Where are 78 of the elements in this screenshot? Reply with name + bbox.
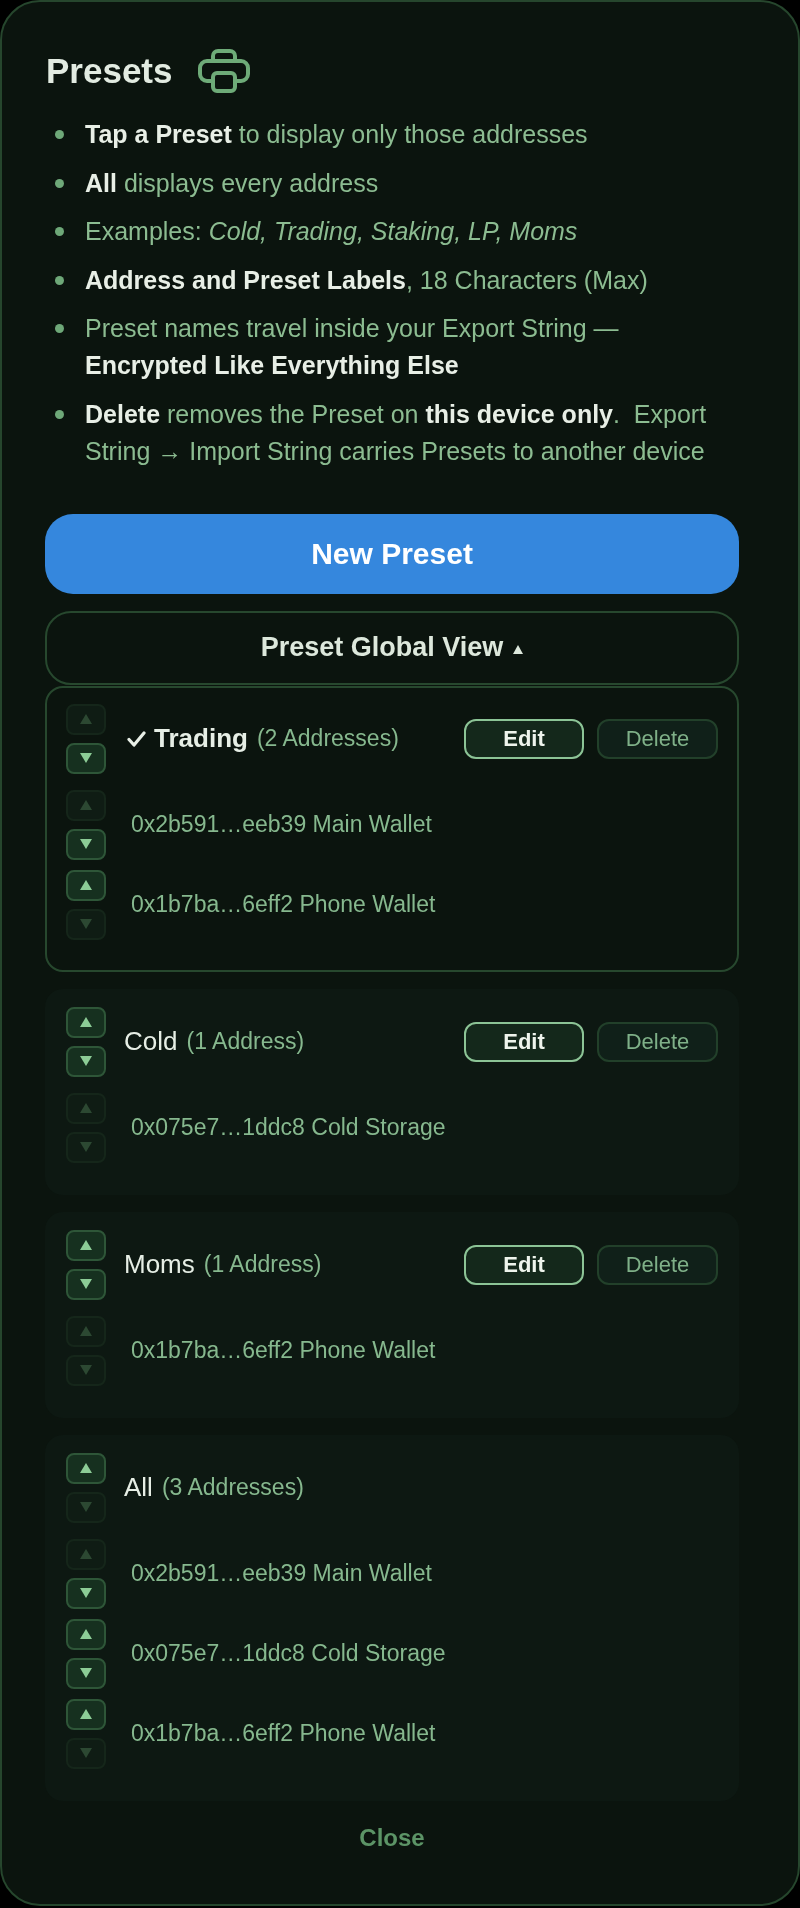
tip-text: Preset names travel inside your Export String — Encrypted Like Everything Else: [85, 313, 620, 381]
down-triangle-icon: [80, 1142, 92, 1152]
delete-button[interactable]: Delete: [597, 1244, 718, 1285]
up-triangle-icon: [80, 1549, 92, 1559]
bullet-icon: [55, 227, 64, 236]
caret-icon: [513, 645, 524, 654]
move-down-button[interactable]: [66, 1268, 106, 1300]
up-triangle-icon: [80, 1017, 92, 1027]
delete-button[interactable]: Delete: [597, 718, 718, 759]
down-triangle-icon: [80, 839, 92, 849]
delete-button[interactable]: Delete: [597, 1021, 718, 1062]
up-triangle-icon: [80, 1103, 92, 1113]
address-count: (3 Addresses): [161, 1474, 304, 1501]
edit-button[interactable]: Edit: [464, 1021, 584, 1062]
down-triangle-icon: [80, 1502, 92, 1512]
new-preset-button[interactable]: New Preset: [45, 513, 739, 594]
down-triangle-icon: [80, 1588, 92, 1598]
wallet-address: 0x1b7ba…6eff2 Phone Wallet: [131, 1337, 436, 1364]
bullet-icon: [55, 130, 64, 139]
global-view-toggle[interactable]: Preset Global View: [45, 610, 739, 685]
move-down-button[interactable]: [66, 742, 106, 774]
preset-card[interactable]: All (3 Addresses) 0x2b591…eeb39 Main Wallet 0x075e7…1ddc8 Cold Storage 0x1b7ba…6eff2 Phone Wallet: [45, 1434, 739, 1801]
preset-card[interactable]: Moms (1 Address) Edit Delete 0x1b7ba…6eff2 Phone Wallet: [45, 1211, 739, 1418]
preset-card[interactable]: Cold (1 Address) Edit Delete 0x075e7…1ddc8 Cold Storage: [45, 988, 739, 1195]
up-triangle-icon: [80, 714, 92, 724]
move-down-button[interactable]: [66, 828, 106, 860]
move-up-button[interactable]: [66, 1452, 106, 1484]
up-triangle-icon: [80, 1463, 92, 1473]
preset-name: Cold: [124, 1026, 178, 1057]
tip-text: All displays every address: [85, 167, 379, 199]
up-triangle-icon: [80, 1326, 92, 1336]
address-count: (1 Address): [203, 1251, 322, 1278]
preset-name: All: [124, 1472, 153, 1503]
tip-text: Delete removes the Preset on this device only. Export String → Import String carries Presets to another device: [85, 398, 708, 467]
check-icon: [127, 730, 146, 747]
down-triangle-icon: [80, 1365, 92, 1375]
tip-text: Tap a Preset to display only those addresses: [85, 119, 588, 150]
up-triangle-icon: [80, 1240, 92, 1250]
move-down-button[interactable]: [66, 1657, 106, 1689]
down-triangle-icon: [80, 1279, 92, 1289]
bullet-icon: [55, 178, 64, 188]
wallet-address: 0x1b7ba…6eff2 Phone Wallet: [131, 1720, 436, 1747]
wallet-address: 0x2b591…eeb39 Main Wallet: [131, 811, 432, 838]
preset-card[interactable]: Trading (2 Addresses) Edit Delete 0x2b591…eeb39 Main Wallet 0x1b7ba…6eff2 Phone Wallet: [45, 685, 739, 972]
move-down-button[interactable]: [66, 1577, 106, 1609]
move-up-button[interactable]: [66, 1618, 106, 1650]
preset-name: Moms: [124, 1249, 195, 1280]
edit-button[interactable]: Edit: [464, 718, 584, 759]
move-down-button[interactable]: [66, 1045, 106, 1077]
tip-text: Examples: Cold, Trading, Staking, LP, Moms: [85, 216, 578, 247]
move-up-button[interactable]: [66, 1698, 106, 1730]
bullet-icon: [55, 275, 64, 285]
address-count: (1 Address): [186, 1028, 305, 1055]
close-button[interactable]: Close: [359, 1822, 425, 1853]
up-triangle-icon: [80, 880, 92, 890]
down-triangle-icon: [80, 1668, 92, 1678]
down-triangle-icon: [80, 1056, 92, 1066]
wallet-address: 0x2b591…eeb39 Main Wallet: [131, 1560, 432, 1587]
tip-text: Address and Preset Labels, 18 Characters (Max): [85, 264, 648, 296]
printer-icon[interactable]: [198, 49, 251, 93]
wallet-address: 0x1b7ba…6eff2 Phone Wallet: [131, 891, 436, 918]
down-triangle-icon: [80, 1748, 92, 1758]
edit-button[interactable]: Edit: [464, 1244, 584, 1285]
up-triangle-icon: [80, 1629, 92, 1639]
bullet-icon: [55, 409, 64, 419]
wallet-address: 0x075e7…1ddc8 Cold Storage: [131, 1640, 446, 1667]
down-triangle-icon: [80, 919, 92, 929]
up-triangle-icon: [80, 800, 92, 810]
preset-name: Trading: [154, 723, 248, 754]
address-count: (2 Addresses): [256, 725, 399, 752]
down-triangle-icon: [80, 753, 92, 763]
up-triangle-icon: [80, 1709, 92, 1719]
wallet-address: 0x075e7…1ddc8 Cold Storage: [131, 1114, 446, 1141]
move-up-button[interactable]: [66, 869, 106, 901]
bullet-icon: [55, 324, 64, 333]
move-up-button[interactable]: [66, 1006, 106, 1038]
move-up-button[interactable]: [66, 1229, 106, 1261]
sheet-title: Presets: [46, 51, 173, 91]
